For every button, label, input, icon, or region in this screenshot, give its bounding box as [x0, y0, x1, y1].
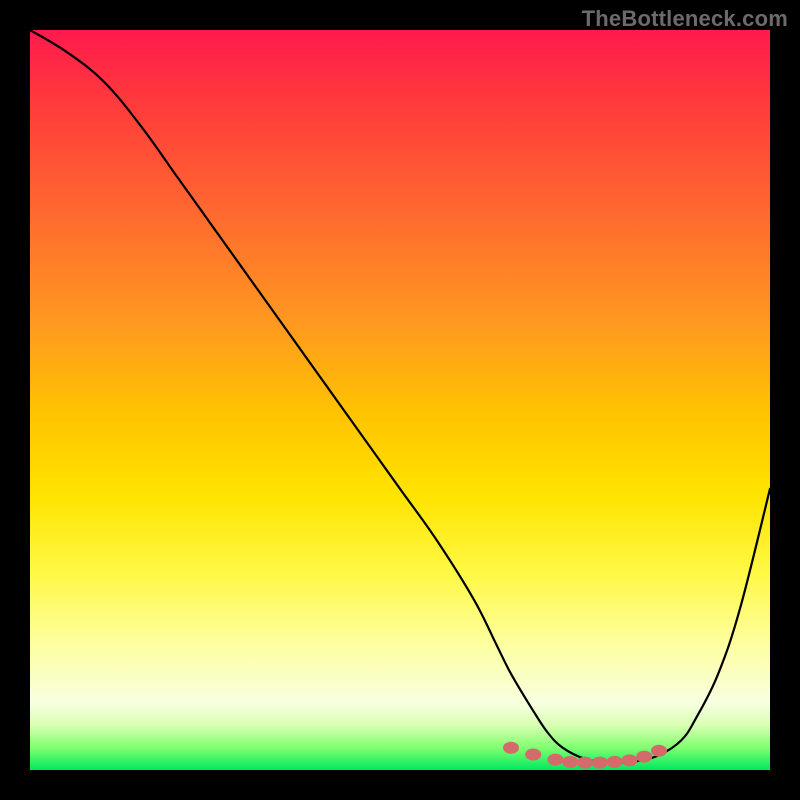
highlight-dot [577, 757, 593, 769]
chart-frame: TheBottleneck.com [0, 0, 800, 800]
highlight-dot [621, 754, 637, 766]
highlight-dots [30, 30, 770, 770]
highlight-dot [592, 757, 608, 769]
highlight-dot [562, 756, 578, 768]
plot-area [30, 30, 770, 770]
highlight-dot [503, 742, 519, 754]
watermark-label: TheBottleneck.com [582, 6, 788, 32]
highlight-dot [525, 748, 541, 760]
highlight-dot [547, 754, 563, 766]
highlight-dot [651, 745, 667, 757]
highlight-dot [636, 751, 652, 763]
highlight-dot [607, 756, 623, 768]
